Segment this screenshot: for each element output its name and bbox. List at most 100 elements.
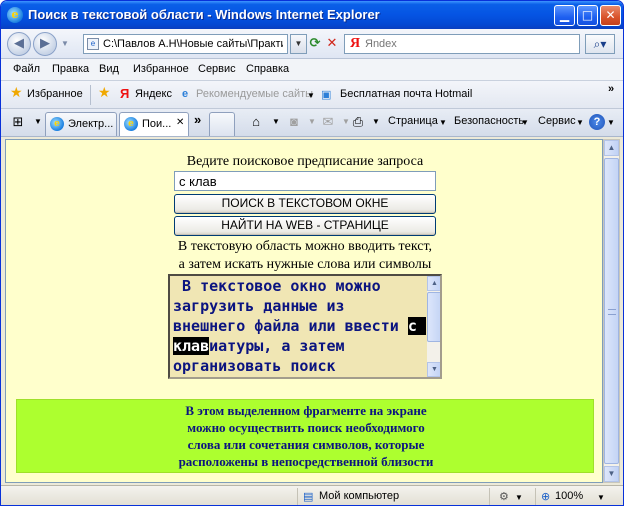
yandex-logo-icon: Я: [350, 36, 361, 51]
page-icon: e: [87, 38, 99, 50]
address-url: C:\Павлов А.Н\Новые сайты\Практи: [103, 38, 283, 50]
search-icon: ⌕▾: [593, 37, 607, 51]
address-row: ◀ ▶ ▼ e C:\Павлов А.Н\Новые сайты\Практи…: [1, 29, 623, 59]
highlighted-fragment: В этом выделенном фрагменте на экране мо…: [16, 399, 594, 473]
tab-label: Электр...: [68, 118, 114, 130]
add-favorite-icon[interactable]: ★: [98, 84, 111, 101]
toolbar-separator: [90, 85, 91, 105]
minimize-icon: ▁: [559, 8, 570, 22]
menu-help[interactable]: Справка: [246, 63, 289, 75]
search-box[interactable]: Я: [344, 34, 580, 54]
new-tab-button[interactable]: [209, 112, 235, 136]
tools-menu-dropdown-icon[interactable]: ▼: [576, 118, 584, 127]
page-scroll-down-icon[interactable]: ▼: [604, 466, 619, 482]
page-scroll-thumb[interactable]: [604, 158, 619, 464]
textarea-content: В текстовое окно можно загрузить данные …: [173, 276, 426, 376]
status-bar: ▤ Мой компьютер ⚙ ▼ ⊕ 100% ▼: [1, 485, 623, 505]
menu-view[interactable]: Вид: [99, 63, 119, 75]
help-dropdown-icon[interactable]: ▼: [607, 118, 615, 127]
page-menu-dropdown-icon[interactable]: ▼: [439, 118, 447, 127]
scroll-down-icon[interactable]: ▼: [427, 362, 440, 377]
safety-menu[interactable]: Безопасность: [454, 115, 524, 127]
safety-menu-dropdown-icon[interactable]: ▼: [521, 118, 529, 127]
page-content: Ведите поисковое предписание запроса с к…: [5, 139, 603, 483]
browser-window: e Поиск в текстовой области - Windows In…: [0, 0, 624, 506]
highlighted-line: слова или сочетания символов, которые: [187, 437, 425, 452]
search-prompt-label: Ведите поисковое предписание запроса: [186, 154, 424, 169]
protected-mode-icon[interactable]: ⚙: [499, 490, 509, 503]
search-textarea[interactable]: В текстовое окно можно загрузить данные …: [168, 274, 442, 379]
computer-icon: ▤: [303, 491, 314, 503]
back-arrow-icon: ◀: [14, 36, 24, 51]
favorite-yandex-link[interactable]: Яндекс: [135, 88, 172, 100]
tab-bar: ⊞ ▼ e Электр... e Пои... ✕ » ⌂ ▼ ◙ ▼ ✉ ▼…: [1, 109, 623, 137]
suggested-sites-icon: e: [182, 88, 189, 100]
scroll-up-icon[interactable]: ▲: [427, 276, 440, 291]
tools-menu[interactable]: Сервис: [538, 115, 576, 127]
hint-line-1: В текстовую область можно вводить текст,: [177, 239, 433, 254]
favorite-hotmail-link[interactable]: Бесплатная почта Hotmail: [340, 88, 472, 100]
yandex-fav-icon: Я: [120, 86, 130, 101]
tab-electr[interactable]: e Электр...: [45, 112, 117, 136]
menu-edit[interactable]: Правка: [52, 63, 89, 75]
menu-bar: Файл Правка Вид Избранное Сервис Справка: [1, 59, 623, 81]
home-icon[interactable]: ⌂: [247, 113, 265, 131]
quick-tabs-icon[interactable]: ⊞: [9, 113, 27, 131]
help-icon[interactable]: ?: [589, 114, 605, 130]
menu-favorites[interactable]: Избранное: [133, 63, 189, 75]
home-dropdown-icon[interactable]: ▼: [267, 113, 285, 131]
highlighted-line: В этом выделенном фрагменте на экране: [185, 403, 427, 418]
search-in-textarea-button[interactable]: ПОИСК В ТЕКСТОВОМ ОКНЕ: [174, 194, 436, 214]
mail-icon[interactable]: ✉: [319, 113, 337, 131]
tab-close-icon[interactable]: ✕: [176, 117, 184, 128]
print-icon[interactable]: ⎙: [349, 113, 367, 131]
page-scroll-up-icon[interactable]: ▲: [604, 140, 619, 156]
tab-search[interactable]: e Пои... ✕: [119, 112, 189, 136]
address-input[interactable]: e C:\Павлов А.Н\Новые сайты\Практи: [83, 34, 288, 54]
stop-icon: ✕: [326, 36, 338, 51]
window-title: Поиск в текстовой области - Windows Inte…: [28, 7, 380, 22]
search-on-page-button[interactable]: НАЙТИ НА WEB - СТРАНИЦЕ: [174, 216, 436, 236]
maximize-button[interactable]: □: [577, 5, 598, 26]
forward-arrow-icon: ▶: [40, 36, 50, 51]
protected-mode-cell: [489, 488, 535, 505]
hint-line-2: а затем искать нужные слова или символы: [178, 257, 432, 272]
more-chevron-icon[interactable]: »: [608, 83, 614, 95]
title-bar[interactable]: e Поиск в текстовой области - Windows In…: [1, 1, 623, 29]
stop-button[interactable]: ✕: [322, 34, 342, 54]
tab-ie-icon: e: [50, 117, 64, 131]
zoom-level[interactable]: 100%: [555, 490, 583, 502]
security-zone-label: Мой компьютер: [319, 490, 400, 502]
suggested-sites-link[interactable]: Рекомендуемые сайты: [196, 88, 313, 100]
feeds-icon[interactable]: ◙: [285, 113, 303, 131]
menu-file[interactable]: Файл: [13, 63, 40, 75]
page-scrollbar[interactable]: ▲ ▼: [603, 139, 620, 483]
back-button[interactable]: ◀: [7, 32, 31, 56]
favorites-button[interactable]: Избранное: [27, 88, 83, 100]
menu-tools[interactable]: Сервис: [198, 63, 236, 75]
tabs-overflow-icon[interactable]: »: [194, 112, 201, 127]
history-dropdown-icon[interactable]: ▼: [61, 39, 71, 49]
favorites-bar: ★ Избранное ★ Я Яндекс e Рекомендуемые с…: [1, 81, 623, 109]
hotmail-icon: ▣: [321, 89, 332, 101]
suggested-dropdown-icon[interactable]: ▼: [307, 91, 315, 100]
textarea-scroll-thumb[interactable]: [427, 292, 440, 342]
page-menu[interactable]: Страница: [388, 115, 438, 127]
close-icon: ✕: [605, 8, 616, 22]
protected-mode-dropdown-icon[interactable]: ▼: [515, 493, 523, 502]
close-button[interactable]: ✕: [600, 5, 621, 26]
favorites-star-icon: ★: [10, 84, 23, 100]
tab-label: Пои...: [142, 118, 172, 130]
search-input[interactable]: [365, 37, 575, 51]
zoom-dropdown-icon[interactable]: ▼: [597, 493, 605, 502]
highlighted-line: расположены в непосредственной близости: [178, 454, 434, 469]
ie-logo-icon: e: [7, 7, 23, 23]
textarea-scrollbar[interactable]: ▲ ▼: [427, 276, 440, 377]
search-query-input[interactable]: с клав: [174, 171, 436, 191]
minimize-button[interactable]: ▁: [554, 5, 575, 26]
print-dropdown-icon[interactable]: ▼: [367, 113, 385, 131]
search-go-button[interactable]: ⌕▾: [585, 34, 615, 54]
forward-button[interactable]: ▶: [33, 32, 57, 56]
refresh-icon: ⟳: [309, 36, 321, 51]
tab-ie-icon: e: [124, 117, 138, 131]
